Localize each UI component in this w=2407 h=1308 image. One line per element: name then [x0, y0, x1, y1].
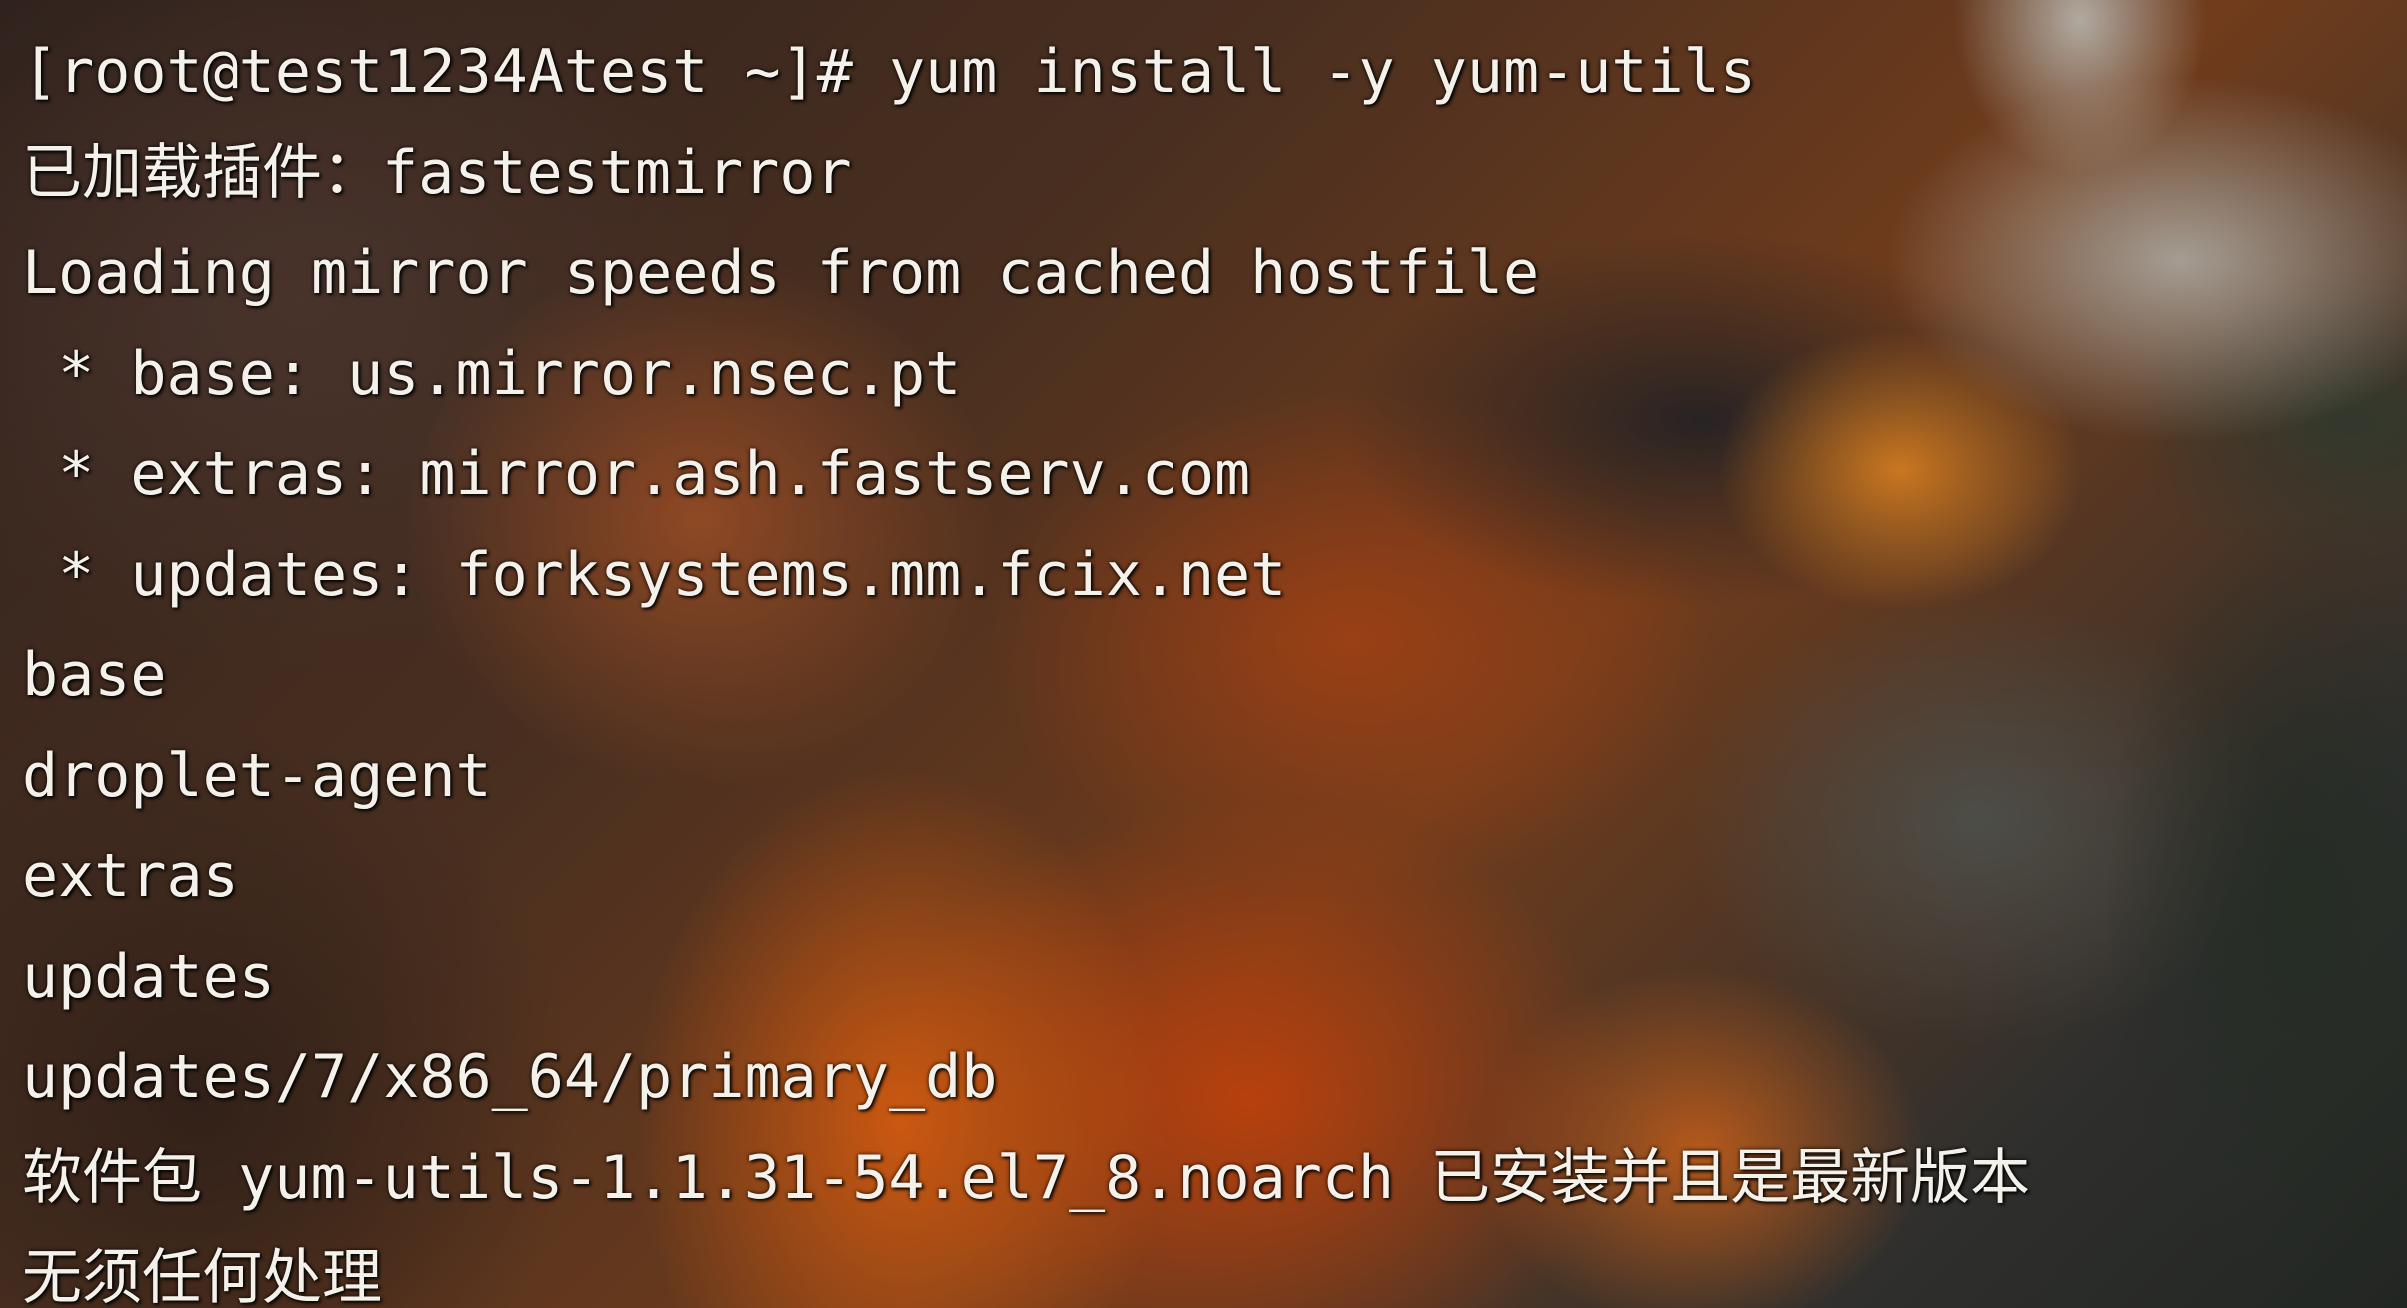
terminal-line-mirror-updates: * updates: forksystems.mm.fcix.net [22, 539, 1287, 610]
terminal-line-repo-updates: updates [22, 941, 275, 1012]
terminal-window[interactable]: [root@test1234Atest ~]# yum install -y y… [0, 0, 2407, 1308]
terminal-line-repo-base: base [22, 640, 167, 710]
terminal-line-loading-mirrors: Loading mirror speeds from cached hostfi… [22, 238, 1540, 308]
terminal-line-primary-db: updates/7/x86_64/primary_db [22, 1042, 998, 1112]
terminal-line-plugins: 已加载插件：fastestmirror [22, 137, 852, 208]
terminal-line-package-status: 软件包 yum-utils-1.1.31-54.el7_8.noarch 已安装… [22, 1142, 2031, 1213]
terminal-output[interactable]: [root@test1234Atest ~]# yum install -y y… [22, 22, 2385, 1308]
terminal-line-nothing-to-do: 无须任何处理 [22, 1243, 382, 1308]
terminal-line-command: [root@test1234Atest ~]# yum install -y y… [22, 37, 1756, 107]
terminal-line-mirror-base: * base: us.mirror.nsec.pt [22, 338, 962, 409]
terminal-line-repo-droplet-agent: droplet-agent [22, 740, 492, 811]
terminal-line-mirror-extras: * extras: mirror.ash.fastserv.com [22, 439, 1251, 509]
terminal-line-repo-extras: extras [22, 841, 239, 911]
